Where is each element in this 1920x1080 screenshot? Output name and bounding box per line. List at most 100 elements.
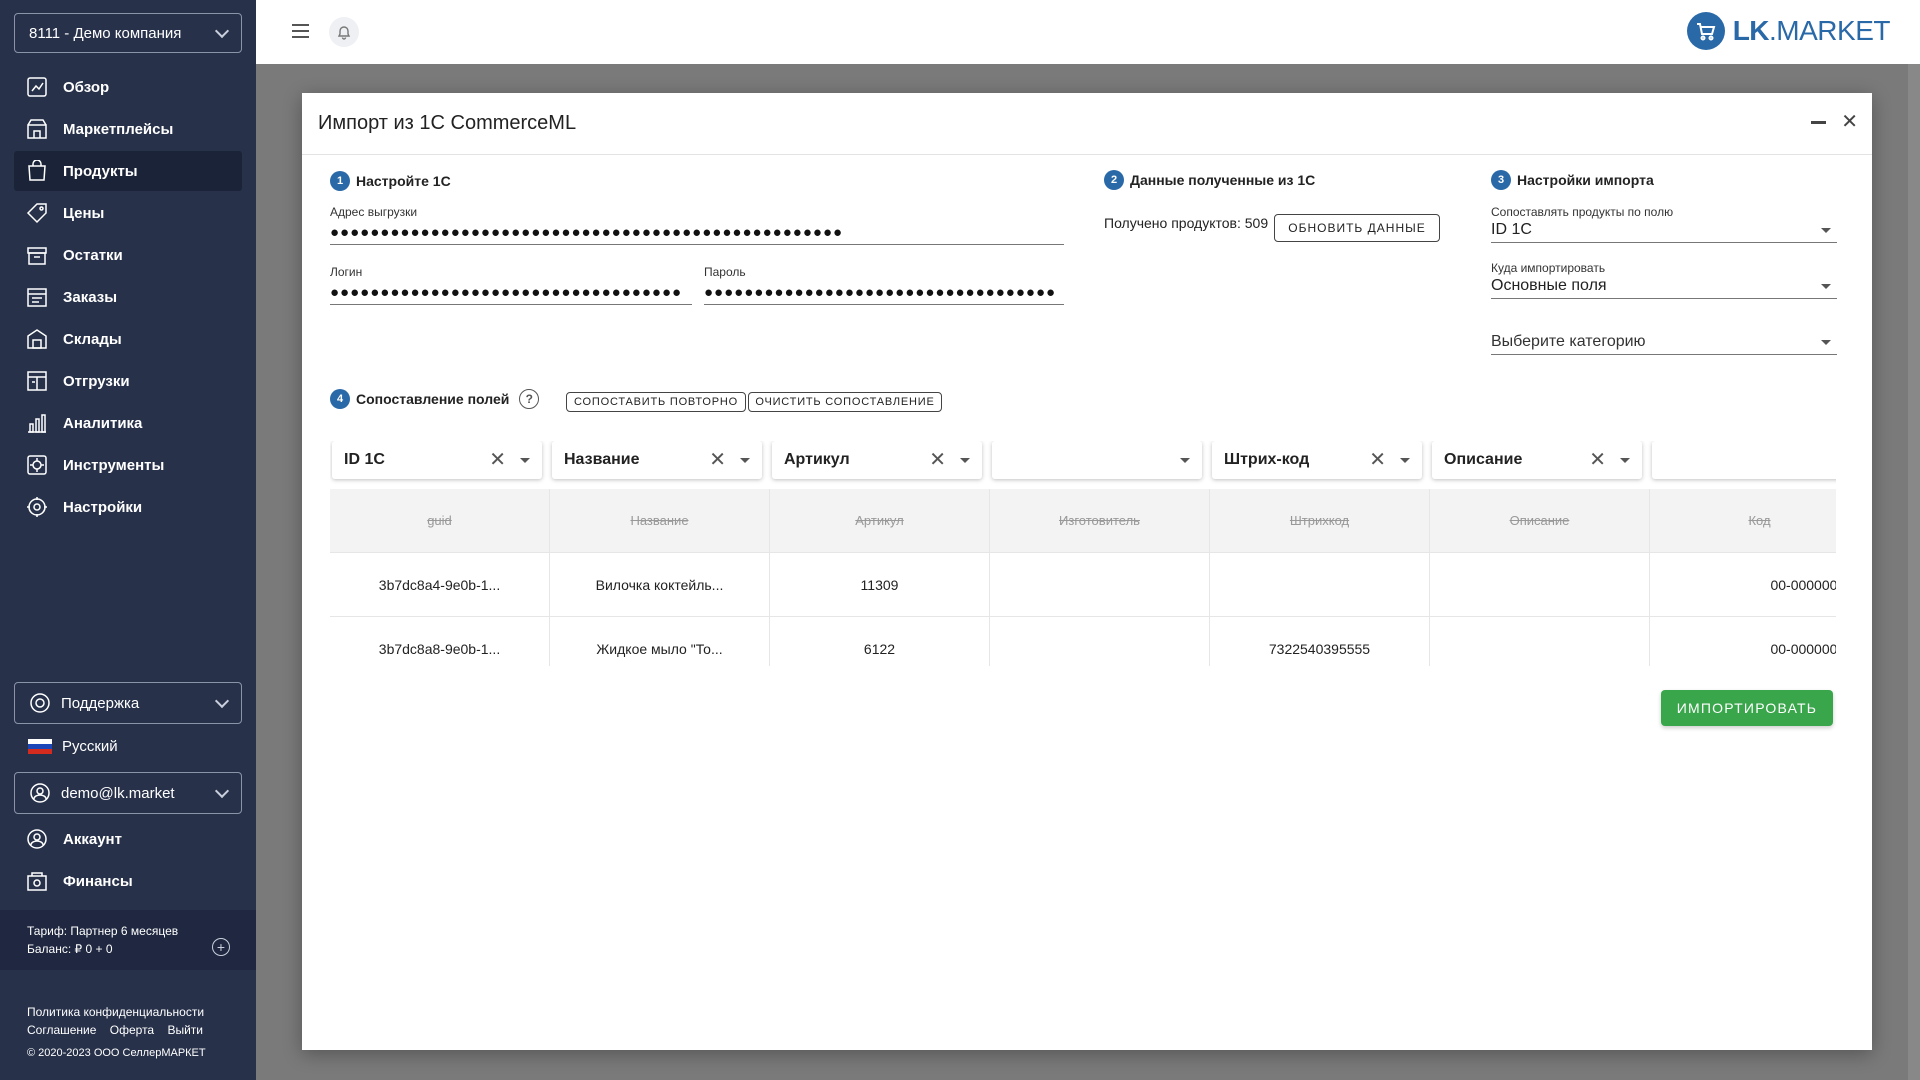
source-header-cell: Код — [1650, 489, 1836, 552]
sidebar-item-products[interactable]: Продукты — [14, 151, 242, 191]
menu-icon[interactable] — [292, 24, 309, 38]
sidebar-item-stock[interactable]: Остатки — [14, 235, 242, 275]
source-header-cell: Штрихкод — [1210, 489, 1430, 552]
orders-icon — [26, 286, 48, 308]
mapping-select-1[interactable]: ID 1C ✕ — [332, 441, 542, 479]
mapping-select-6[interactable]: Описание ✕ — [1432, 441, 1642, 479]
modal-header: Импорт из 1С CommerceML — [302, 93, 1872, 155]
logo-text: LK.MARKET — [1732, 15, 1891, 46]
support-select[interactable]: Поддержка — [14, 682, 242, 724]
clear-icon[interactable]: ✕ — [1589, 450, 1606, 470]
clear-icon[interactable]: ✕ — [1369, 450, 1386, 470]
rematch-button[interactable]: Сопоставить повторно — [566, 392, 746, 412]
user-select[interactable]: demo@lk.market — [14, 772, 242, 814]
sidebar-item-warehouses[interactable]: Склады — [14, 319, 242, 359]
sidebar-item-label: Настройки — [63, 498, 143, 516]
warehouse-icon — [26, 328, 48, 350]
sidebar-item-settings[interactable]: Настройки — [14, 487, 242, 527]
url-label: Адрес выгрузки — [330, 205, 418, 219]
login-field[interactable]: ●●●●●●●●●●●●●●●●●●●●●●●●●●●●●●●●●●● — [330, 281, 692, 305]
caret-down-icon — [1180, 457, 1190, 463]
close-icon[interactable]: ✕ — [1841, 109, 1858, 134]
source-data-grid: guid Название Артикул Изготовитель Штрих… — [330, 489, 1836, 666]
mapping-select-2[interactable]: Название ✕ — [552, 441, 762, 479]
chip-controls — [1180, 457, 1190, 463]
add-funds-icon[interactable]: + — [212, 938, 230, 956]
stock-icon — [26, 244, 48, 266]
help-icon[interactable]: ? — [519, 389, 540, 409]
caret-down-icon — [1821, 340, 1831, 345]
step-number: 4 — [330, 389, 350, 409]
language-label: Русский — [62, 738, 118, 755]
minimize-icon[interactable] — [1811, 121, 1826, 124]
modal-title: Импорт из 1С CommerceML — [318, 112, 577, 134]
chevron-down-icon — [214, 783, 230, 798]
sidebar-nav: Обзор Маркетплейсы Продукты Цены Остатки… — [14, 67, 242, 529]
sidebar-item-analytics[interactable]: Аналитика — [14, 403, 242, 443]
shipments-icon — [26, 370, 48, 392]
password-field[interactable]: ●●●●●●●●●●●●●●●●●●●●●●●●●●●●●●●●●●● — [704, 281, 1064, 305]
mapping-select-value: Описание — [1444, 451, 1523, 468]
import-target-select[interactable]: Основные поля — [1491, 275, 1837, 299]
sidebar-item-shipments[interactable]: Отгрузки — [14, 361, 242, 401]
sidebar-item-orders[interactable]: Заказы — [14, 277, 242, 317]
table-cell: 11309 — [770, 553, 990, 616]
sidebar-item-overview[interactable]: Обзор — [14, 67, 242, 107]
table-cell: 3b7dc8a8-9e0b-1... — [330, 617, 550, 666]
table-cell: 3b7dc8a4-9e0b-1... — [330, 553, 550, 616]
logout-link[interactable]: Выйти — [167, 1023, 203, 1037]
offer-link[interactable]: Оферта — [110, 1023, 154, 1037]
chip-controls: ✕ — [1369, 450, 1410, 470]
user-email: demo@lk.market — [61, 784, 175, 802]
sidebar-item-marketplaces[interactable]: Маркетплейсы — [14, 109, 242, 149]
sidebar-item-prices[interactable]: Цены — [14, 193, 242, 233]
sidebar-item-account[interactable]: Аккаунт — [14, 819, 242, 859]
import-button[interactable]: Импортировать — [1661, 690, 1833, 726]
sidebar-item-label: Заказы — [63, 288, 118, 306]
chevron-down-icon — [214, 23, 230, 38]
language-switch[interactable]: Русский — [28, 738, 118, 755]
sidebar-item-label: Инструменты — [63, 456, 165, 474]
sidebar-item-label: Аналитика — [63, 414, 143, 432]
company-name: 8111 - Демо компания — [29, 24, 182, 42]
clear-icon[interactable]: ✕ — [709, 450, 726, 470]
clear-icon[interactable]: ✕ — [489, 450, 506, 470]
field-mapping-area: ID 1C ✕ Название ✕ Артикул ✕ Штрих-код ✕… — [330, 441, 1836, 666]
mapping-select-7[interactable] — [1652, 441, 1836, 479]
bell-icon[interactable] — [329, 17, 359, 47]
step-number: 3 — [1491, 170, 1511, 190]
received-count: Получено продуктов: 509 — [1104, 215, 1269, 231]
table-cell — [990, 553, 1210, 616]
agreement-link[interactable]: Соглашение — [27, 1023, 96, 1037]
sidebar: 8111 - Демо компания Обзор Маркетплейсы … — [0, 0, 256, 1080]
url-field[interactable]: ●●●●●●●●●●●●●●●●●●●●●●●●●●●●●●●●●●●●●●●●… — [330, 221, 1064, 245]
table-row: 3b7dc8a4-9e0b-1... Вилочка коктейль... 1… — [330, 553, 1836, 617]
dashboard-icon — [26, 76, 48, 98]
refresh-data-button[interactable]: Обновить данные — [1274, 214, 1440, 242]
price-tag-icon — [26, 202, 48, 224]
topbar: LK.MARKET — [256, 0, 1920, 64]
sidebar-item-tools[interactable]: Инструменты — [14, 445, 242, 485]
sidebar-item-label: Остатки — [63, 246, 123, 264]
company-select[interactable]: 8111 - Демо компания — [14, 13, 242, 53]
table-row: 3b7dc8a8-9e0b-1... Жидкое мыло "То... 61… — [330, 617, 1836, 666]
clear-icon[interactable]: ✕ — [929, 450, 946, 470]
sidebar-item-label: Аккаунт — [63, 830, 122, 848]
source-header-cell: Описание — [1430, 489, 1650, 552]
privacy-link[interactable]: Политика конфиденциальности — [27, 1003, 213, 1021]
table-cell: 00-00000067 — [1650, 617, 1836, 666]
caret-down-icon — [1620, 457, 1630, 463]
sidebar-item-finance[interactable]: Финансы — [14, 861, 242, 901]
table-cell — [1430, 617, 1650, 666]
category-select[interactable]: Выберите категорию — [1491, 331, 1837, 355]
source-header-cell: Название — [550, 489, 770, 552]
support-icon — [29, 692, 51, 714]
match-field-select[interactable]: ID 1C — [1491, 219, 1837, 243]
mapping-select-3[interactable]: Артикул ✕ — [772, 441, 982, 479]
page-scrollbar[interactable] — [1908, 64, 1920, 1080]
sidebar-item-label: Обзор — [63, 78, 110, 96]
mapping-select-4[interactable] — [992, 441, 1202, 479]
clear-mapping-button[interactable]: Очистить сопоставление — [748, 392, 942, 412]
mapping-select-5[interactable]: Штрих-код ✕ — [1212, 441, 1422, 479]
step-title-text: Данные полученные из 1С — [1130, 172, 1316, 188]
